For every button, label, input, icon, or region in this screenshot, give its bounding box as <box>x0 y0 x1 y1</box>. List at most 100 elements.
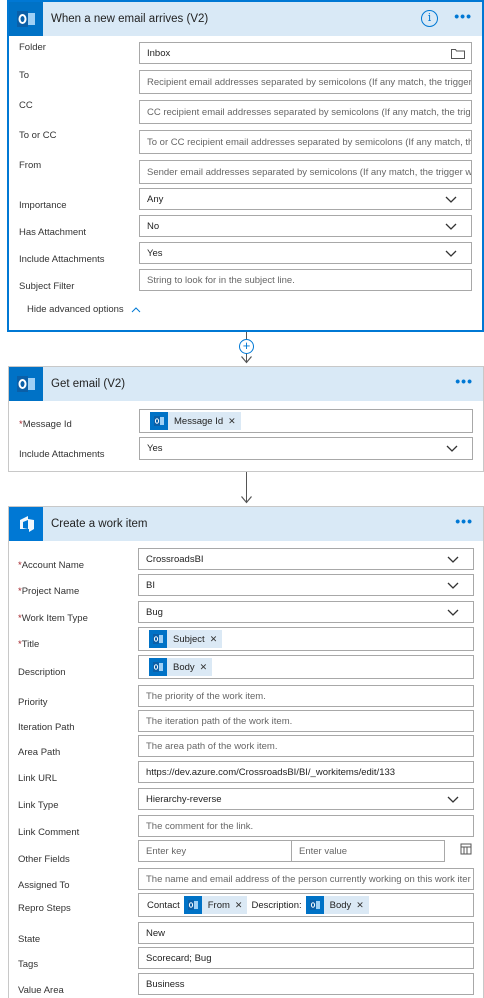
type-value: Bug <box>146 606 163 618</box>
subject-token[interactable]: Subject ✕ <box>149 630 223 648</box>
more-icon[interactable]: ••• <box>455 374 473 388</box>
chevron-down-icon[interactable] <box>447 556 459 564</box>
repro-text: Contact <box>147 899 180 911</box>
value-area-value: Business <box>146 978 185 990</box>
get-email-card[interactable]: Get email (V2) ••• *Message Id Message I… <box>8 366 484 472</box>
close-icon[interactable]: ✕ <box>356 900 364 911</box>
tags-value: Scorecard; Bug <box>146 952 212 964</box>
hasatt-dropdown[interactable]: No <box>139 215 472 237</box>
from-field[interactable]: Sender email addresses separated by semi… <box>139 160 472 184</box>
to-row: To Recipient email addresses separated b… <box>19 70 472 94</box>
hide-advanced-label: Hide advanced options <box>27 304 124 315</box>
importance-dropdown[interactable]: Any <box>139 188 472 210</box>
link-comment-label: Link Comment <box>18 827 80 838</box>
chevron-down-icon[interactable] <box>445 196 457 204</box>
inclatt-value: Yes <box>147 247 163 259</box>
subject-field[interactable]: String to look for in the subject line. <box>139 269 472 291</box>
repro-text: Description: <box>251 899 302 911</box>
hide-advanced-toggle[interactable]: Hide advanced options <box>27 304 141 315</box>
chevron-up-icon <box>131 306 141 312</box>
token-label: From <box>207 899 230 911</box>
get-email-header[interactable]: Get email (V2) ••• <box>9 367 483 401</box>
state-field[interactable]: New <box>138 922 474 944</box>
close-icon[interactable]: ✕ <box>228 416 236 427</box>
trigger-card[interactable]: When a new email arrives (V2) i ••• Fold… <box>7 0 484 332</box>
subject-placeholder: String to look for in the subject line. <box>147 274 295 286</box>
value-area-field[interactable]: Business <box>138 973 474 995</box>
priority-field[interactable]: The priority of the work item. <box>138 685 474 707</box>
cc-field[interactable]: CC recipient email addresses separated b… <box>139 100 472 124</box>
repro-field[interactable]: Contact From ✕ Description: Body ✕ <box>138 893 474 917</box>
work-item-body: *Account Name CrossroadsBI *Project Name… <box>8 506 484 998</box>
iteration-row: Iteration Path The iteration path of the… <box>18 710 474 733</box>
link-url-field[interactable]: https://dev.azure.com/CrossroadsBI/BI/_w… <box>138 761 474 783</box>
subject-label: Subject Filter <box>19 281 75 292</box>
close-icon[interactable]: ✕ <box>235 900 243 911</box>
message-id-field[interactable]: Message Id ✕ <box>139 409 473 433</box>
info-icon[interactable]: i <box>421 10 438 27</box>
outlook-icon <box>9 2 43 36</box>
message-id-label: *Message Id <box>19 419 72 430</box>
chevron-down-icon[interactable] <box>445 223 457 231</box>
value-area-label: Value Area <box>18 985 64 996</box>
inclatt-dropdown[interactable]: Yes <box>139 242 472 264</box>
toorcc-label: To or CC <box>19 130 57 141</box>
title-field[interactable]: Subject ✕ <box>138 627 474 651</box>
chevron-down-icon[interactable] <box>447 609 459 617</box>
other-key-field[interactable]: Enter key <box>138 840 292 862</box>
link-type-dropdown[interactable]: Hierarchy-reverse <box>138 788 474 810</box>
description-field[interactable]: Body ✕ <box>138 655 474 679</box>
link-comment-field[interactable]: The comment for the link. <box>138 815 474 837</box>
chevron-down-icon[interactable] <box>445 250 457 258</box>
token-label: Message Id <box>174 415 224 427</box>
inclatt-row: Include Attachments Yes <box>19 242 472 265</box>
iteration-field[interactable]: The iteration path of the work item. <box>138 710 474 732</box>
account-dropdown[interactable]: CrossroadsBI <box>138 548 474 570</box>
close-icon[interactable]: ✕ <box>210 634 218 645</box>
other-value-placeholder: Enter value <box>299 845 348 857</box>
body-token[interactable]: Body ✕ <box>305 896 369 914</box>
outlook-icon <box>150 412 168 430</box>
project-dropdown[interactable]: BI <box>138 574 474 596</box>
assigned-row: Assigned To The name and email address o… <box>18 868 474 891</box>
to-field[interactable]: Recipient email addresses separated by s… <box>139 70 472 94</box>
table-switch-icon[interactable] <box>460 843 472 855</box>
chevron-down-icon[interactable] <box>447 582 459 590</box>
close-icon[interactable]: ✕ <box>200 662 208 673</box>
link-comment-row: Link Comment The comment for the link. <box>18 815 474 838</box>
from-placeholder: Sender email addresses separated by semi… <box>147 166 472 178</box>
priority-row: Priority The priority of the work item. <box>18 685 474 708</box>
chevron-down-icon[interactable] <box>446 445 458 453</box>
outlook-icon <box>9 367 43 401</box>
other-key-placeholder: Enter key <box>146 845 187 857</box>
from-token[interactable]: From ✕ <box>183 896 248 914</box>
get-inclatt-row: Include Attachments Yes <box>19 437 473 460</box>
type-label: *Work Item Type <box>18 613 88 624</box>
project-value: BI <box>146 579 155 591</box>
assigned-field[interactable]: The name and email address of the person… <box>138 868 474 890</box>
folder-icon[interactable] <box>451 48 465 59</box>
link-type-label: Link Type <box>18 800 59 811</box>
area-label: Area Path <box>18 747 61 758</box>
folder-field[interactable]: Inbox <box>139 42 472 64</box>
add-icon[interactable]: + <box>239 339 254 354</box>
iteration-placeholder: The iteration path of the work item. <box>146 715 293 727</box>
tags-row: Tags Scorecard; Bug <box>18 947 474 970</box>
chevron-down-icon[interactable] <box>447 796 459 804</box>
area-row: Area Path The area path of the work item… <box>18 735 474 758</box>
type-dropdown[interactable]: Bug <box>138 601 474 623</box>
message-id-token[interactable]: Message Id ✕ <box>150 412 241 430</box>
get-inclatt-dropdown[interactable]: Yes <box>139 437 473 460</box>
link-type-value: Hierarchy-reverse <box>146 793 222 805</box>
other-value-field[interactable]: Enter value <box>291 840 445 862</box>
to-placeholder: Recipient email addresses separated by s… <box>147 76 472 88</box>
toorcc-field[interactable]: To or CC recipient email addresses separ… <box>139 130 472 154</box>
tags-field[interactable]: Scorecard; Bug <box>138 947 474 969</box>
body-token[interactable]: Body ✕ <box>149 658 213 676</box>
subject-row: Subject Filter String to look for in the… <box>19 269 472 292</box>
area-field[interactable]: The area path of the work item. <box>138 735 474 757</box>
arrow-down-icon <box>241 356 252 364</box>
more-icon[interactable]: ••• <box>454 9 472 23</box>
area-placeholder: The area path of the work item. <box>146 740 278 752</box>
trigger-header[interactable]: When a new email arrives (V2) i ••• <box>9 2 482 36</box>
